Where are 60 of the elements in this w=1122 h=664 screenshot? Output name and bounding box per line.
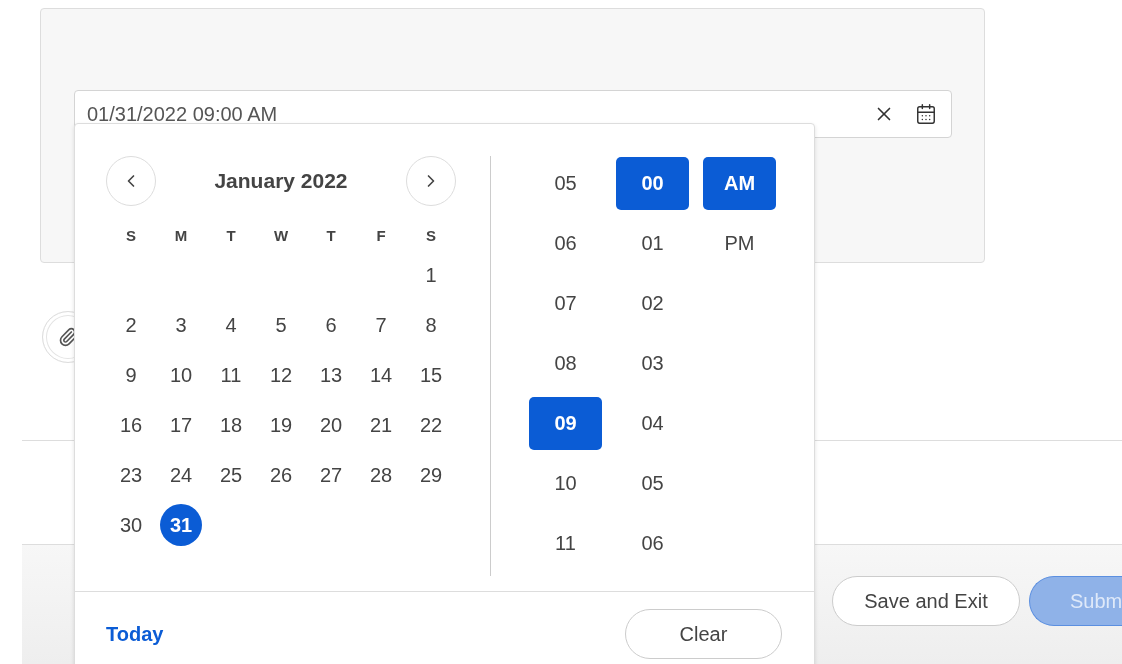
- clear-button[interactable]: Clear: [625, 609, 782, 659]
- hour-option[interactable]: 07: [529, 276, 602, 330]
- weekday-label: S: [425, 225, 437, 246]
- hour-option[interactable]: 11: [529, 516, 602, 570]
- calendar-day[interactable]: 31: [160, 504, 202, 546]
- calendar-day[interactable]: 4: [210, 304, 252, 346]
- minute-option[interactable]: 00: [616, 156, 689, 210]
- calendar-day[interactable]: 7: [360, 304, 402, 346]
- save-button[interactable]: Save and Exit: [832, 576, 1020, 627]
- calendar-day[interactable]: 28: [360, 454, 402, 496]
- hour-option[interactable]: 09: [529, 396, 602, 450]
- weekday-label: T: [325, 225, 337, 246]
- calendar-day[interactable]: 6: [310, 304, 352, 346]
- minute-option[interactable]: 03: [616, 336, 689, 390]
- minute-option[interactable]: 01: [616, 216, 689, 270]
- month-title: January 2022: [214, 169, 348, 193]
- calendar-day[interactable]: 11: [210, 354, 252, 396]
- calendar-day[interactable]: 20: [310, 404, 352, 446]
- minute-option[interactable]: 05: [616, 456, 689, 510]
- calendar-day[interactable]: 5: [260, 304, 302, 346]
- calendar-day[interactable]: 16: [110, 404, 152, 446]
- calendar-icon[interactable]: [915, 103, 937, 125]
- calendar-day[interactable]: 23: [110, 454, 152, 496]
- weekday-label: S: [125, 225, 137, 246]
- date-time-input[interactable]: 01/31/2022 09:00 AM: [87, 103, 853, 126]
- weekday-label: T: [225, 225, 237, 246]
- calendar-day[interactable]: 3: [160, 304, 202, 346]
- calendar-day[interactable]: 29: [410, 454, 452, 496]
- calendar-day[interactable]: 2: [110, 304, 152, 346]
- calendar-day[interactable]: 19: [260, 404, 302, 446]
- period-option[interactable]: AM: [703, 156, 776, 210]
- calendar-day[interactable]: 9: [110, 354, 152, 396]
- calendar-day[interactable]: 8: [410, 304, 452, 346]
- weekday-label: W: [272, 225, 290, 246]
- calendar-day[interactable]: 26: [260, 454, 302, 496]
- calendar-day[interactable]: 25: [210, 454, 252, 496]
- calendar-day[interactable]: 12: [260, 354, 302, 396]
- hour-option[interactable]: 05: [529, 156, 602, 210]
- calendar-day[interactable]: 24: [160, 454, 202, 496]
- calendar-day[interactable]: 15: [410, 354, 452, 396]
- weekday-label: M: [173, 225, 189, 246]
- hour-option[interactable]: 08: [529, 336, 602, 390]
- calendar-day[interactable]: 13: [310, 354, 352, 396]
- today-link[interactable]: Today: [106, 622, 164, 646]
- hour-option[interactable]: 06: [529, 216, 602, 270]
- hour-option[interactable]: 10: [529, 456, 602, 510]
- calendar-day[interactable]: 1: [410, 254, 452, 296]
- calendar-day[interactable]: 17: [160, 404, 202, 446]
- calendar-day[interactable]: 18: [210, 404, 252, 446]
- calendar-day[interactable]: 22: [410, 404, 452, 446]
- minute-option[interactable]: 06: [616, 516, 689, 570]
- minute-option[interactable]: 02: [616, 276, 689, 330]
- minute-option[interactable]: 04: [616, 396, 689, 450]
- weekday-label: F: [375, 225, 387, 246]
- calendar-day[interactable]: 27: [310, 454, 352, 496]
- period-option[interactable]: PM: [703, 216, 776, 270]
- calendar-day[interactable]: 21: [360, 404, 402, 446]
- calendar-day[interactable]: 14: [360, 354, 402, 396]
- calendar-day[interactable]: 30: [110, 504, 152, 546]
- calendar-day[interactable]: 10: [160, 354, 202, 396]
